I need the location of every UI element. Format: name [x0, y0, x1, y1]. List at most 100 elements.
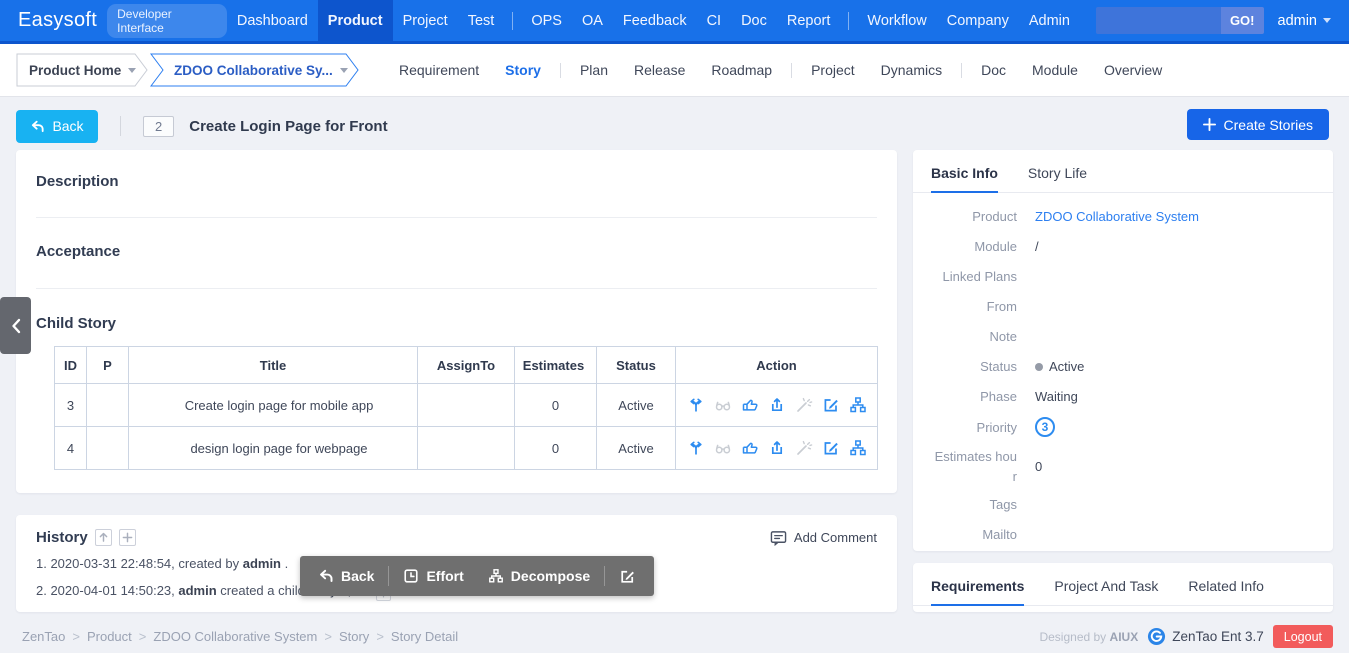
- tab-project-and-task[interactable]: Project And Task: [1054, 578, 1158, 605]
- effort-button[interactable]: Effort: [391, 568, 475, 584]
- nav-item-test[interactable]: Test: [458, 0, 505, 41]
- float-back-button[interactable]: Back: [306, 568, 386, 584]
- subnav-item-module[interactable]: Module: [1019, 62, 1091, 78]
- child-story-table-wrap: ID P Title AssignTo Estimates Status Act…: [54, 346, 877, 470]
- nav-item-admin[interactable]: Admin: [1019, 0, 1080, 41]
- crumb-zentao[interactable]: ZenTao: [22, 629, 65, 644]
- tab-basic-info[interactable]: Basic Info: [931, 165, 998, 192]
- top-navbar: Easysoft Developer Interface Dashboard P…: [0, 0, 1349, 44]
- requirements-tabs: Requirements Project And Task Related In…: [913, 563, 1333, 606]
- search-input[interactable]: [1096, 7, 1221, 34]
- create-stories-button[interactable]: Create Stories: [1187, 109, 1329, 140]
- subnav-item-release[interactable]: Release: [621, 62, 698, 78]
- subdivide-sitemap-icon[interactable]: [849, 439, 867, 457]
- effort-clock-icon: [403, 568, 419, 584]
- decompose-button[interactable]: Decompose: [476, 568, 602, 584]
- version-info: ZenTao Ent 3.7: [1147, 627, 1264, 646]
- review-glasses-icon: [714, 439, 732, 457]
- basic-info-panel: Basic Info Story Life Product ZDOO Colla…: [913, 150, 1333, 551]
- back-button[interactable]: Back: [16, 110, 98, 143]
- field-mailto: Mailto: [931, 525, 1315, 545]
- sidebar-collapse-handle[interactable]: [0, 297, 31, 354]
- field-phase: Phase Waiting: [931, 387, 1315, 407]
- story-id-badge: 2: [143, 116, 174, 137]
- subnav-item-dynamics[interactable]: Dynamics: [868, 62, 955, 78]
- product-link[interactable]: ZDOO Collaborative System: [1035, 207, 1199, 227]
- toolbar-divider: [604, 566, 605, 586]
- basic-info-tabs: Basic Info Story Life: [913, 150, 1333, 193]
- nav-item-ops[interactable]: OPS: [521, 0, 572, 41]
- zentao-logo-icon: [1147, 627, 1166, 646]
- section-acceptance: Acceptance: [36, 218, 877, 260]
- cell-title[interactable]: design login page for webpage: [129, 427, 418, 470]
- crumb-product[interactable]: Product: [87, 629, 132, 644]
- nav-item-doc[interactable]: Doc: [731, 0, 777, 41]
- field-module: Module /: [931, 237, 1315, 257]
- product-home-dropdown[interactable]: Product Home: [16, 53, 148, 87]
- subnav-divider: [961, 63, 962, 78]
- decompose-label: Decompose: [511, 568, 590, 584]
- col-estimates: Estimates: [515, 347, 597, 384]
- current-product-label: ZDOO Collaborative Sy...: [174, 63, 333, 78]
- task-export-icon[interactable]: [768, 396, 786, 414]
- subdivide-sitemap-icon[interactable]: [849, 396, 867, 414]
- change-fork-icon[interactable]: [687, 439, 705, 457]
- subnav-divider: [791, 63, 792, 78]
- tab-story-life[interactable]: Story Life: [1028, 165, 1087, 192]
- arrow-up-icon: [98, 532, 109, 543]
- status-value: Active: [1049, 357, 1084, 377]
- nav-item-product[interactable]: Product: [318, 0, 393, 41]
- cell-id: 4: [55, 427, 87, 470]
- expand-all-button[interactable]: [119, 529, 136, 546]
- cell-title[interactable]: Create login page for mobile app: [129, 384, 418, 427]
- toolbar-divider: [388, 566, 389, 586]
- subnav-item-story[interactable]: Story: [492, 62, 554, 78]
- subnav-item-plan[interactable]: Plan: [567, 62, 621, 78]
- section-child-story: Child Story: [36, 289, 877, 332]
- developer-interface-badge: Developer Interface: [107, 4, 227, 38]
- close-thumb-icon[interactable]: [741, 439, 759, 457]
- table-header-row: ID P Title AssignTo Estimates Status Act…: [55, 347, 878, 384]
- nav-item-company[interactable]: Company: [937, 0, 1019, 41]
- nav-item-oa[interactable]: OA: [572, 0, 613, 41]
- col-title: Title: [129, 347, 418, 384]
- global-search: GO!: [1096, 7, 1264, 34]
- edit-icon[interactable]: [822, 439, 840, 457]
- subnav-item-doc[interactable]: Doc: [968, 62, 1019, 78]
- nav-item-ci[interactable]: CI: [697, 0, 732, 41]
- crumb-story[interactable]: Story: [339, 629, 369, 644]
- add-comment-button[interactable]: Add Comment: [770, 530, 877, 546]
- logout-button[interactable]: Logout: [1273, 625, 1333, 648]
- story-toolbar: Back 2 Create Login Page for Front Creat…: [16, 109, 1333, 143]
- reverse-order-button[interactable]: [95, 529, 112, 546]
- cell-status: Active: [597, 427, 676, 470]
- subnav-item-overview[interactable]: Overview: [1091, 62, 1175, 78]
- comment-icon: [770, 530, 787, 546]
- story-detail-panel: Description Acceptance Child Story ID P …: [16, 150, 897, 493]
- edit-icon[interactable]: [822, 396, 840, 414]
- status-dot: [1035, 363, 1043, 371]
- search-go-button[interactable]: GO!: [1221, 7, 1264, 34]
- task-export-icon[interactable]: [768, 439, 786, 457]
- tab-related-info[interactable]: Related Info: [1188, 578, 1264, 605]
- product-switcher[interactable]: ZDOO Collaborative Sy...: [150, 53, 360, 87]
- designer-link[interactable]: AIUX: [1110, 630, 1139, 644]
- nav-item-project[interactable]: Project: [393, 0, 458, 41]
- close-thumb-icon[interactable]: [741, 396, 759, 414]
- nav-item-dashboard[interactable]: Dashboard: [227, 0, 318, 41]
- nav-item-feedback[interactable]: Feedback: [613, 0, 697, 41]
- float-edit-button[interactable]: [607, 568, 648, 585]
- crumb-product-name[interactable]: ZDOO Collaborative System: [153, 629, 317, 644]
- change-fork-icon[interactable]: [687, 396, 705, 414]
- nav-item-workflow[interactable]: Workflow: [857, 0, 936, 41]
- subnav-item-project[interactable]: Project: [798, 62, 868, 78]
- app-logo[interactable]: Easysoft: [18, 9, 97, 32]
- cell-id: 3: [55, 384, 87, 427]
- cell-p: [87, 384, 129, 427]
- subnav-item-roadmap[interactable]: Roadmap: [698, 62, 785, 78]
- user-menu[interactable]: admin: [1278, 13, 1332, 29]
- tab-requirements[interactable]: Requirements: [931, 578, 1024, 605]
- edit-icon: [619, 568, 636, 585]
- subnav-item-requirement[interactable]: Requirement: [386, 62, 492, 78]
- nav-item-report[interactable]: Report: [777, 0, 841, 41]
